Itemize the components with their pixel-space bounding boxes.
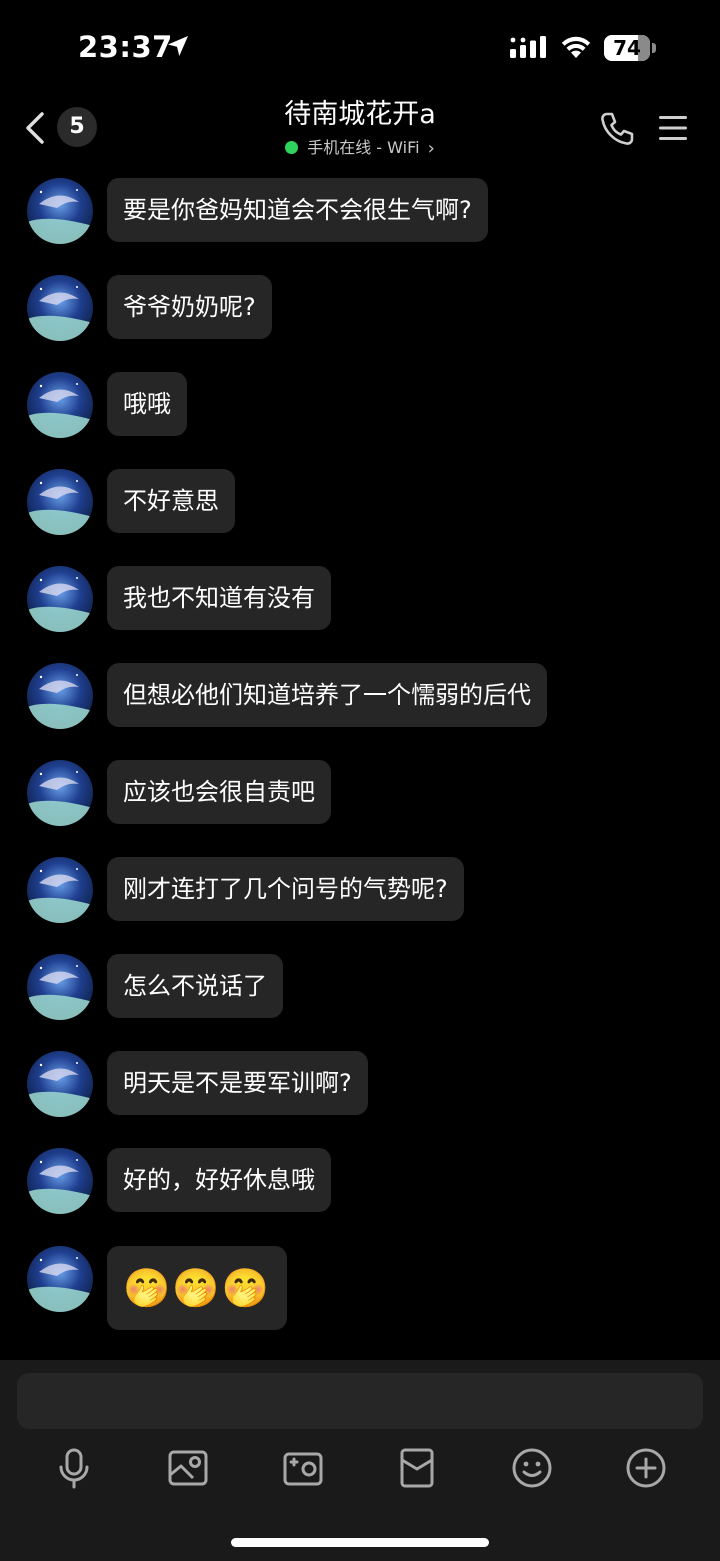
message-bubble[interactable]: 要是你爸妈知道会不会很生气啊? <box>107 178 488 242</box>
message-row: 刚才连打了几个问号的气势呢? <box>0 857 720 923</box>
status-bar: 23:37 74 <box>0 0 720 96</box>
avatar[interactable] <box>27 469 93 535</box>
status-time: 23:37 <box>78 30 173 64</box>
message-row: 要是你爸妈知道会不会很生气啊? <box>0 178 720 244</box>
message-bubble[interactable]: 我也不知道有没有 <box>107 566 331 630</box>
message-row: 我也不知道有没有 <box>0 566 720 632</box>
message-row: 爷爷奶奶呢? <box>0 275 720 341</box>
plus-icon[interactable] <box>624 1446 668 1490</box>
home-indicator[interactable] <box>231 1538 489 1547</box>
avatar[interactable] <box>27 275 93 341</box>
chat-header: 5 待南城花开a 手机在线 - WiFi › <box>0 88 720 166</box>
message-row: 但想必他们知道培养了一个懦弱的后代 <box>0 663 720 729</box>
emoji-message-bubble[interactable]: 🤭🤭🤭 <box>107 1246 287 1330</box>
emoji-icon[interactable] <box>510 1446 554 1490</box>
location-arrow-icon <box>168 36 188 56</box>
message-bubble[interactable]: 怎么不说话了 <box>107 954 283 1018</box>
avatar[interactable] <box>27 178 93 244</box>
avatar[interactable] <box>27 857 93 923</box>
camera-icon[interactable] <box>281 1446 325 1490</box>
message-row: 好的，好好休息哦 <box>0 1148 720 1214</box>
message-input[interactable] <box>17 1373 703 1429</box>
chevron-right-icon: › <box>427 138 435 159</box>
message-bubble[interactable]: 好的，好好休息哦 <box>107 1148 331 1212</box>
message-row: 应该也会很自责吧 <box>0 760 720 826</box>
online-dot-icon <box>285 141 299 154</box>
avatar[interactable] <box>27 954 93 1020</box>
avatar[interactable] <box>27 372 93 438</box>
message-bubble[interactable]: 不好意思 <box>107 469 235 533</box>
message-row: 不好意思 <box>0 469 720 535</box>
battery-level: 74 <box>613 36 641 60</box>
message-row: 明天是不是要军训啊? <box>0 1051 720 1117</box>
avatar[interactable] <box>27 566 93 632</box>
avatar[interactable] <box>27 1051 93 1117</box>
red-envelope-icon[interactable] <box>395 1446 439 1490</box>
avatar[interactable] <box>27 760 93 826</box>
message-bubble[interactable]: 明天是不是要军训啊? <box>107 1051 368 1115</box>
signal-icon <box>510 36 546 58</box>
message-row: 🤭🤭🤭 <box>0 1246 720 1330</box>
message-row: 哦哦 <box>0 372 720 438</box>
battery-icon: 74 <box>604 35 650 61</box>
menu-icon[interactable] <box>658 114 688 142</box>
message-bubble[interactable]: 应该也会很自责吧 <box>107 760 331 824</box>
avatar[interactable] <box>27 663 93 729</box>
input-panel <box>0 1360 720 1561</box>
wifi-icon <box>561 36 591 58</box>
avatar[interactable] <box>27 1246 93 1312</box>
phone-icon[interactable] <box>598 110 636 148</box>
image-icon[interactable] <box>166 1446 210 1490</box>
message-bubble[interactable]: 哦哦 <box>107 372 187 436</box>
message-bubble[interactable]: 但想必他们知道培养了一个懦弱的后代 <box>107 663 547 727</box>
online-status-text: 手机在线 - WiFi <box>307 138 420 157</box>
microphone-icon[interactable] <box>52 1446 96 1490</box>
battery-nub <box>652 43 656 53</box>
avatar[interactable] <box>27 1148 93 1214</box>
message-bubble[interactable]: 爷爷奶奶呢? <box>107 275 272 339</box>
message-row: 怎么不说话了 <box>0 954 720 1020</box>
message-bubble[interactable]: 刚才连打了几个问号的气势呢? <box>107 857 464 921</box>
